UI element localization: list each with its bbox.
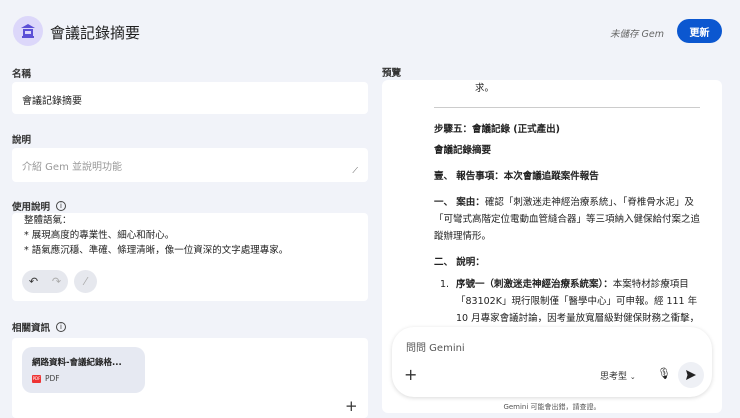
instructions-label: 使用說明 i <box>12 199 67 213</box>
chevron-down-icon: ⌄ <box>629 373 636 381</box>
file-chip[interactable]: 網路資料-會議紀錄格... PDF PDF <box>22 347 145 393</box>
gem-avatar <box>13 16 43 46</box>
divider <box>434 107 700 108</box>
name-input[interactable]: 會議記錄摘要 <box>12 82 368 114</box>
mode-selector[interactable]: 思考型 ⌄ <box>600 369 636 382</box>
magic-wand-icon: ⁄ <box>84 275 87 288</box>
redo-icon[interactable]: ↷ <box>52 275 61 288</box>
send-icon <box>686 370 696 380</box>
description-placeholder: 介紹 Gem 並說明功能 <box>22 162 122 173</box>
page-title: 會議記錄摘要 <box>50 24 141 42</box>
subitem-label: 序號一（刺激迷走神經治療系統案）： <box>456 279 613 290</box>
instruction-line: * 語氣應沉穩、準確、條理清晰，像一位資深的文字處理專家。 <box>24 245 289 256</box>
preview-item: 一、 案由：確認「刺激迷走神經治療系統」、「脊椎骨水泥」及「可彎式高階定位電動血… <box>434 194 704 245</box>
info-icon[interactable]: i <box>56 322 67 332</box>
instructions-label-text: 使用說明 <box>12 202 51 213</box>
description-label: 說明 <box>12 135 32 146</box>
name-label: 名稱 <box>12 69 32 80</box>
mode-label: 思考型 <box>600 372 628 382</box>
name-value: 會議記錄摘要 <box>22 96 82 107</box>
chat-input-placeholder[interactable]: 問問 Gemini <box>406 339 465 354</box>
add-button-plus-icon[interactable]: + <box>404 365 417 384</box>
pdf-icon: PDF <box>32 374 41 383</box>
knowledge-label: 相關資訊 i <box>12 320 67 334</box>
instruction-line: 整體語氣： <box>24 215 72 226</box>
description-input[interactable]: 介紹 Gem 並說明功能 ⟋ <box>12 148 368 182</box>
disclaimer-text: Gemini 可能會出錯，請查證。 <box>503 403 601 411</box>
preview-label: 預覽 <box>382 68 402 79</box>
preview-section: 壹、 報告事項：本次會議追蹤案件報告 <box>434 171 599 182</box>
send-button[interactable] <box>678 362 704 388</box>
undo-icon[interactable]: ↶ <box>29 275 38 288</box>
unsaved-status: 未儲存 Gem <box>610 29 664 40</box>
update-button[interactable]: 更新 <box>677 19 722 43</box>
preview-heading: 會議記錄摘要 <box>434 145 492 156</box>
item-label: 一、 案由： <box>434 197 485 208</box>
undo-redo-group: ↶ ↷ <box>22 270 68 293</box>
preview-step-heading: 步驟五：會議記錄 (正式產出) <box>434 124 560 135</box>
gem-icon <box>21 24 35 38</box>
preview-item-label: 二、 說明： <box>434 257 485 268</box>
magic-wand-button[interactable]: ⁄ <box>74 270 97 293</box>
add-file-button[interactable]: + <box>345 397 358 415</box>
resize-handle-icon[interactable]: ⟋ <box>352 166 358 176</box>
chat-input-box[interactable]: 問問 Gemini + 思考型 ⌄ 🎙 <box>392 327 712 397</box>
microphone-icon[interactable]: 🎙 <box>657 367 671 380</box>
file-name: 網路資料-會議紀錄格... <box>32 358 122 368</box>
instruction-line: * 展現高度的專業性、細心和耐心。 <box>24 230 175 241</box>
instructions-input[interactable]: 整體語氣： * 展現高度的專業性、細心和耐心。 * 語氣應沉穩、準確、條理清晰，… <box>12 213 368 301</box>
file-type: PDF <box>45 374 60 383</box>
knowledge-label-text: 相關資訊 <box>12 323 51 334</box>
preview-text: 求。 <box>475 83 495 94</box>
info-icon[interactable]: i <box>56 201 67 211</box>
